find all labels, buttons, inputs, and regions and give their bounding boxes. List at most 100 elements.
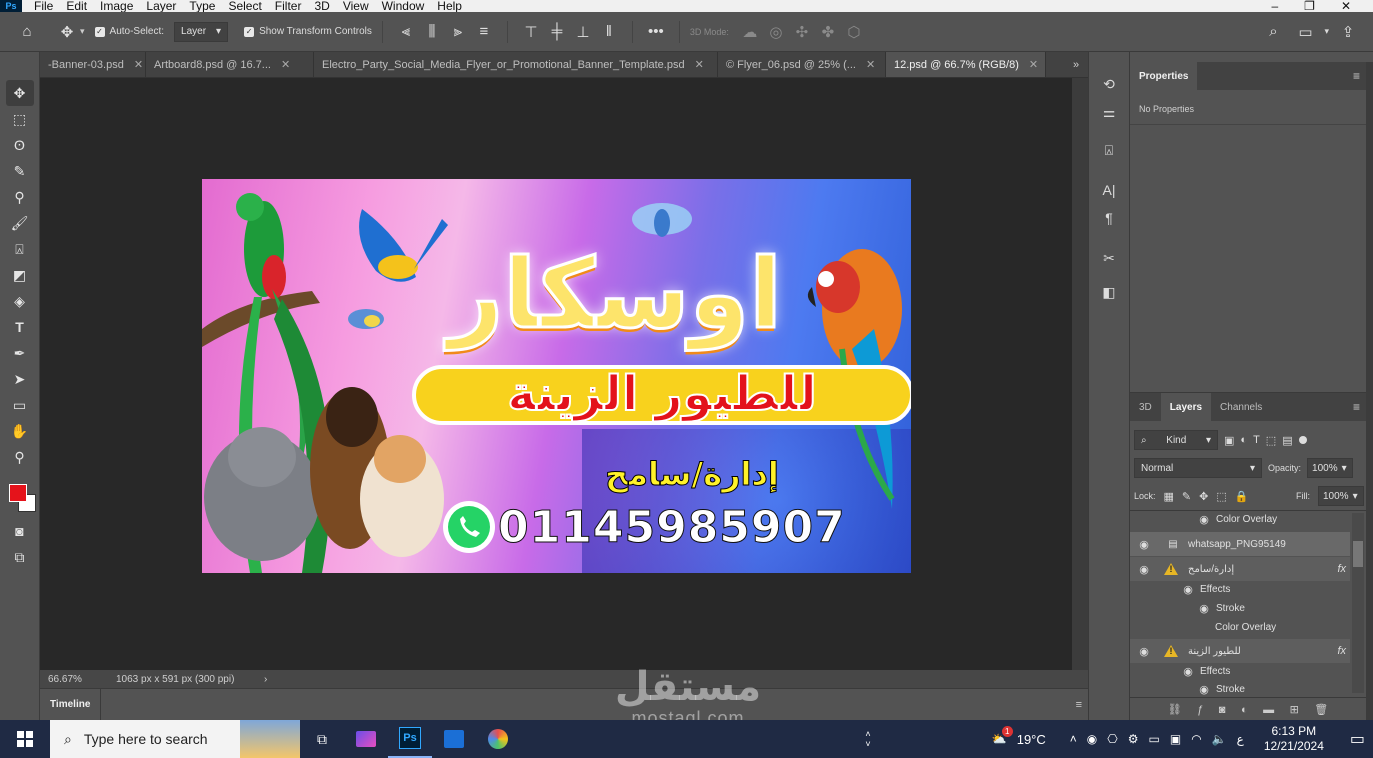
chevron-down-icon[interactable]: ▾: [80, 26, 85, 37]
zoom-level[interactable]: 66.67%: [40, 674, 110, 685]
effect-item[interactable]: ◉ Stroke: [1130, 598, 1350, 618]
lock-all-icon[interactable]: 🔒: [1235, 490, 1249, 503]
menu-image[interactable]: Image: [100, 0, 133, 12]
align-middle-icon[interactable]: ╪: [544, 19, 570, 45]
slide-3d-icon[interactable]: ✤: [815, 19, 841, 45]
store-app-icon[interactable]: [432, 720, 476, 758]
eye-icon[interactable]: ◉: [1180, 584, 1196, 596]
distribute-vertical-icon[interactable]: ≡: [471, 19, 497, 45]
tabs-overflow-icon[interactable]: »: [1064, 52, 1088, 77]
new-layer-icon[interactable]: ⊞: [1290, 703, 1299, 716]
quick-selection-tool-icon[interactable]: ✎: [6, 158, 34, 184]
layer-row[interactable]: ◉ ▤ whatsapp_PNG95149: [1130, 532, 1350, 556]
link-layers-icon[interactable]: ⛓: [1168, 703, 1182, 716]
tab-layers[interactable]: Layers: [1160, 393, 1212, 421]
align-center-icon[interactable]: ⫼: [419, 19, 445, 45]
layer-row[interactable]: ◉ ! للطيور الزينة fx ˄: [1130, 639, 1364, 663]
menu-file[interactable]: File: [34, 0, 53, 12]
eye-icon[interactable]: ◉: [1196, 684, 1212, 696]
stamp-tool-icon[interactable]: ⍓: [6, 236, 34, 262]
menu-help[interactable]: Help: [437, 0, 462, 12]
eye-icon[interactable]: ◉: [1196, 514, 1212, 526]
character-panel-icon[interactable]: A|: [1094, 176, 1124, 204]
taskbar-search-input[interactable]: ⌕ Type here to search: [50, 720, 300, 758]
marquee-tool-icon[interactable]: ⬚: [6, 106, 34, 132]
distribute-horizontal-icon[interactable]: ‖: [596, 19, 622, 45]
eye-icon[interactable]: ◉: [1136, 564, 1152, 576]
foreground-color-swatch[interactable]: [8, 484, 27, 502]
panel-dock-scrollbar[interactable]: [1366, 62, 1373, 720]
rectangle-tool-icon[interactable]: ▭: [6, 392, 34, 418]
history-panel-icon[interactable]: ⟲: [1094, 70, 1124, 98]
tab-flyer-06[interactable]: © Flyer_06.psd @ 25% (... ✕: [718, 52, 886, 77]
weather-icon[interactable]: ⛅ 1: [992, 726, 1013, 746]
close-icon[interactable]: ✕: [695, 58, 704, 71]
path-selection-tool-icon[interactable]: ➤: [6, 366, 34, 392]
menu-edit[interactable]: Edit: [66, 0, 87, 12]
canvas-vertical-scrollbar[interactable]: [1072, 78, 1088, 670]
filter-toggle[interactable]: [1298, 436, 1307, 444]
orbit-3d-icon[interactable]: ☁: [737, 19, 763, 45]
wifi-icon[interactable]: ◠: [1191, 732, 1201, 746]
pan-3d-icon[interactable]: ✣: [789, 19, 815, 45]
menu-layer[interactable]: Layer: [146, 0, 176, 12]
delete-layer-icon[interactable]: 🗑: [1314, 703, 1328, 716]
screen-mode-icon[interactable]: ⧉: [6, 544, 34, 570]
language-indicator[interactable]: ع: [1237, 732, 1244, 746]
panel-menu-icon[interactable]: ≡: [1076, 699, 1088, 711]
menu-view[interactable]: View: [343, 0, 369, 12]
filter-shape-icon[interactable]: ⬚: [1266, 434, 1276, 447]
fx-add-style-icon[interactable]: ƒ: [1197, 704, 1203, 716]
tab-3d[interactable]: 3D: [1130, 393, 1161, 421]
move-tool-preset-icon[interactable]: ✥: [54, 19, 80, 45]
blend-mode-dropdown[interactable]: Normal ▾: [1134, 458, 1262, 478]
effect-item[interactable]: Color Overlay: [1130, 617, 1350, 637]
weather-temp[interactable]: 19°C: [1017, 732, 1046, 747]
photoshop-app-icon[interactable]: Ps: [388, 720, 432, 758]
add-mask-icon[interactable]: ◙: [1219, 704, 1226, 716]
color-swatches[interactable]: [5, 474, 36, 518]
opacity-input[interactable]: 100% ▾: [1307, 458, 1354, 478]
timeline-tab[interactable]: Timeline: [40, 688, 102, 721]
adjustment-layer-icon[interactable]: ◐: [1241, 704, 1248, 716]
panel-menu-icon[interactable]: ≡: [1347, 393, 1366, 421]
effect-group[interactable]: ◉ Effects: [1130, 661, 1350, 681]
show-transform-checkbox[interactable]: ✓: [244, 26, 255, 37]
device-icon[interactable]: ▣: [1170, 732, 1181, 746]
paragraph-panel-icon[interactable]: ¶: [1094, 204, 1124, 232]
filter-smart-object-icon[interactable]: ▤: [1282, 434, 1292, 447]
menu-type[interactable]: Type: [189, 0, 215, 12]
tab-12-psd[interactable]: 12.psd @ 66.7% (RGB/8) ✕: [886, 52, 1046, 77]
brush-tool-icon[interactable]: 🖌: [6, 210, 34, 236]
kind-filter-dropdown[interactable]: ⌕ Kind ▾: [1134, 430, 1218, 450]
minimize-icon[interactable]: –: [1271, 0, 1278, 12]
lock-position-icon[interactable]: ✥: [1199, 490, 1208, 503]
close-icon[interactable]: ✕: [134, 58, 143, 71]
eye-icon[interactable]: ◉: [1136, 646, 1152, 658]
tab-banner-03[interactable]: -Banner-03.psd ✕: [40, 52, 146, 77]
type-tool-icon[interactable]: T: [6, 314, 34, 340]
eye-icon[interactable]: ◉: [1180, 666, 1196, 678]
chevron-down-icon[interactable]: ▾: [1324, 26, 1329, 37]
restore-icon[interactable]: ❐: [1304, 0, 1315, 12]
chevron-right-icon[interactable]: ›: [260, 674, 267, 685]
layers-scrollbar[interactable]: [1352, 513, 1364, 693]
tray-scroll-icons[interactable]: ˄ ˅: [858, 729, 878, 749]
stamp-panel-icon[interactable]: ⍓: [1094, 136, 1124, 164]
align-left-icon[interactable]: ⫷: [393, 19, 419, 45]
task-view-icon[interactable]: ⧉: [300, 720, 344, 758]
chevron-up-icon[interactable]: ˄: [1070, 732, 1077, 746]
menu-filter[interactable]: Filter: [275, 0, 302, 12]
effect-item[interactable]: ◉ Stroke: [1130, 680, 1350, 698]
clock[interactable]: 6:13 PM 12/21/2024: [1264, 724, 1324, 754]
tab-artboard8[interactable]: Artboard8.psd @ 16.7... ✕: [146, 52, 314, 77]
workspace-icon[interactable]: ▭: [1292, 19, 1318, 45]
scrollbar-thumb[interactable]: [1353, 541, 1363, 567]
quick-mask-icon[interactable]: ◙: [6, 518, 34, 544]
layer-row[interactable]: ◉ ! إدارة/سامح fx ˄: [1130, 557, 1364, 581]
effect-group[interactable]: ◉ Effects: [1130, 579, 1350, 599]
libraries-panel-icon[interactable]: ◧: [1094, 278, 1124, 306]
document-canvas[interactable]: اوسكار للطيور الزينة إدارة/سامح 01145985…: [202, 179, 911, 573]
tab-channels[interactable]: Channels: [1211, 393, 1271, 421]
menu-3d[interactable]: 3D: [314, 0, 329, 12]
